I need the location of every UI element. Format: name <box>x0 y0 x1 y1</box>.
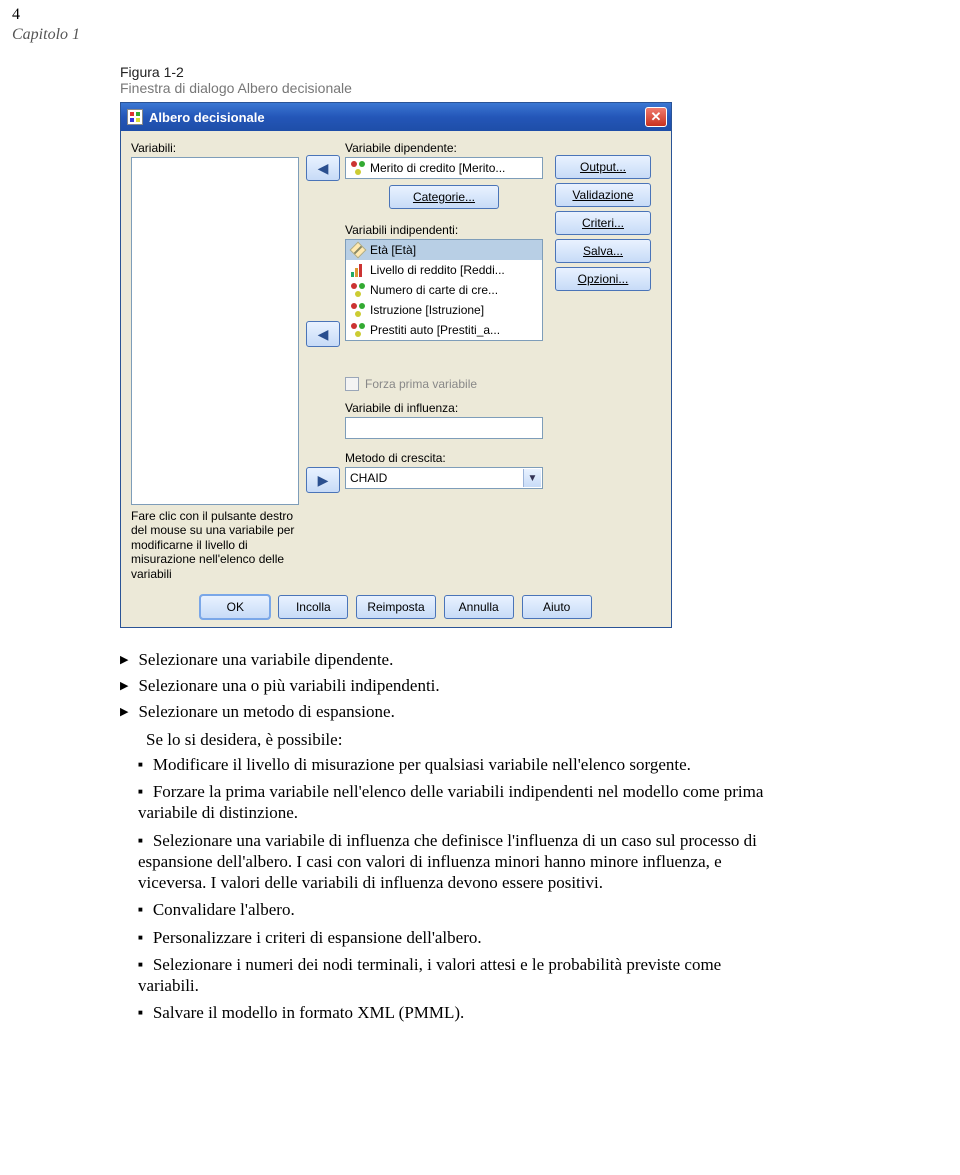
nominal-icon <box>350 302 366 318</box>
independent-listbox[interactable]: Età [Età] Livello di reddito [Reddi... N… <box>345 239 543 341</box>
page-number: 4 <box>0 0 960 24</box>
close-icon[interactable]: ✕ <box>645 107 667 127</box>
chapter-title: Capitolo 1 <box>0 24 960 44</box>
dialog-button-row: OK Incolla Reimposta Annulla Aiuto <box>121 587 671 627</box>
force-first-checkbox[interactable]: Forza prima variabile <box>345 377 543 391</box>
dialog-title: Albero decisionale <box>149 110 265 125</box>
method-select[interactable]: CHAID ▼ <box>345 467 543 489</box>
optional-item: Salvare il modello in formato XML (PMML)… <box>138 1002 770 1023</box>
dependent-label: Variabile dipendente: <box>345 141 543 155</box>
help-button[interactable]: Aiuto <box>522 595 592 619</box>
list-item[interactable]: Numero di carte di cre... <box>346 280 542 300</box>
list-item[interactable]: Prestiti auto [Prestiti_a... <box>346 320 542 340</box>
variables-hint: Fare clic con il pulsante destro del mou… <box>131 509 299 581</box>
dialog-decision-tree: Albero decisionale ✕ Variabili: Fare cli… <box>120 102 672 628</box>
independent-label: Variabili indipendenti: <box>345 223 543 237</box>
scale-icon <box>350 242 366 258</box>
list-item[interactable]: Età [Età] <box>346 240 542 260</box>
method-label: Metodo di crescita: <box>345 451 543 465</box>
list-item-label: Età [Età] <box>370 243 416 257</box>
step-item: Selezionare una variabile dipendente. <box>120 650 770 670</box>
list-item-label: Istruzione [Istruzione] <box>370 303 484 317</box>
list-item[interactable]: Livello di reddito [Reddi... <box>346 260 542 280</box>
figure-caption: Finestra di dialogo Albero decisionale <box>120 80 910 96</box>
save-button[interactable]: Salva... <box>555 239 651 263</box>
list-item-label: Numero di carte di cre... <box>370 283 498 297</box>
force-first-label: Forza prima variabile <box>365 377 477 391</box>
influence-label: Variabile di influenza: <box>345 401 543 415</box>
optional-item: Modificare il livello di misurazione per… <box>138 754 770 775</box>
list-item-label: Prestiti auto [Prestiti_a... <box>370 323 500 337</box>
move-to-dependent-button[interactable]: ◀ <box>306 155 340 181</box>
ordinal-icon <box>350 262 366 278</box>
arrow-left-icon: ◀ <box>318 326 329 343</box>
optional-item: Selezionare i numeri dei nodi terminali,… <box>138 954 770 997</box>
reset-button[interactable]: Reimposta <box>356 595 435 619</box>
dependent-field[interactable]: Merito di credito [Merito... <box>345 157 543 179</box>
dependent-value: Merito di credito [Merito... <box>370 161 505 175</box>
ok-button[interactable]: OK <box>200 595 270 619</box>
method-value: CHAID <box>350 471 387 485</box>
validation-button[interactable]: Validazione <box>555 183 651 207</box>
chevron-down-icon: ▼ <box>523 469 541 487</box>
influence-field[interactable] <box>345 417 543 439</box>
categories-button[interactable]: Categorie... <box>389 185 499 209</box>
optional-item: Convalidare l'albero. <box>138 899 770 920</box>
nominal-icon <box>350 282 366 298</box>
output-button[interactable]: Output... <box>555 155 651 179</box>
app-icon <box>127 109 143 125</box>
titlebar: Albero decisionale ✕ <box>121 103 671 131</box>
options-button[interactable]: Opzioni... <box>555 267 651 291</box>
optional-intro: Se lo si desidera, è possibile: <box>120 730 770 750</box>
move-to-independent-button[interactable]: ◀ <box>306 321 340 347</box>
optional-item: Personalizzare i criteri di espansione d… <box>138 927 770 948</box>
body-text: Selezionare una variabile dipendente. Se… <box>0 628 820 1024</box>
optional-item: Forzare la prima variabile nell'elenco d… <box>138 781 770 824</box>
nominal-icon <box>350 160 366 176</box>
checkbox-icon <box>345 377 359 391</box>
move-to-influence-button[interactable]: ▶ <box>306 467 340 493</box>
nominal-icon <box>350 322 366 338</box>
variables-label: Variabili: <box>131 141 301 155</box>
paste-button[interactable]: Incolla <box>278 595 348 619</box>
cancel-button[interactable]: Annulla <box>444 595 514 619</box>
step-item: Selezionare una o più variabili indipend… <box>120 676 770 696</box>
arrow-left-icon: ◀ <box>318 160 329 177</box>
arrow-right-icon: ▶ <box>318 472 329 489</box>
list-item-label: Livello di reddito [Reddi... <box>370 263 505 277</box>
figure-label: Figura 1-2 <box>120 64 910 80</box>
list-item[interactable]: Istruzione [Istruzione] <box>346 300 542 320</box>
variables-listbox[interactable] <box>131 157 299 505</box>
criteria-button[interactable]: Criteri... <box>555 211 651 235</box>
optional-item: Selezionare una variabile di influenza c… <box>138 830 770 894</box>
step-item: Selezionare un metodo di espansione. <box>120 702 770 722</box>
